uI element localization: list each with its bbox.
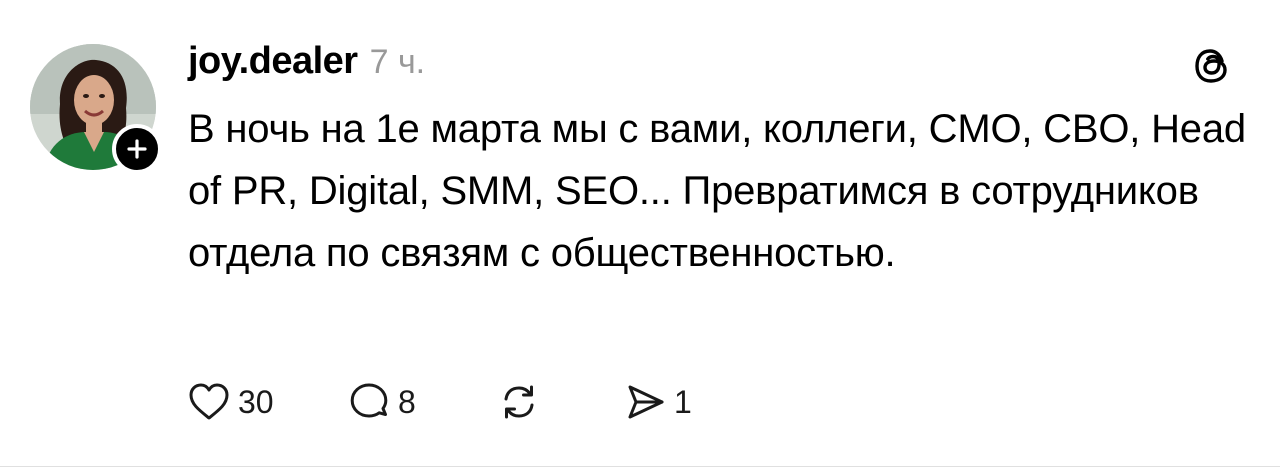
threads-logo-icon[interactable] (1190, 44, 1234, 88)
reply-count: 8 (398, 383, 416, 420)
like-button[interactable]: 30 (186, 379, 346, 425)
send-icon (628, 385, 664, 419)
share-button[interactable]: 1 (622, 379, 692, 425)
share-count: 1 (674, 383, 692, 420)
post-body-text: В ночь на 1е марта мы с вами, коллеги, C… (188, 107, 1246, 275)
thread-post: joy.dealer 7 ч. В ночь на 1е марта мы с … (0, 0, 1280, 466)
username-link[interactable]: joy.dealer (188, 40, 358, 83)
reply-button[interactable]: 8 (346, 379, 496, 425)
post-actions-bar: 30 8 1 (186, 377, 692, 427)
post-timestamp: 7 ч. (369, 43, 426, 81)
repost-button[interactable] (496, 379, 622, 425)
post-header: joy.dealer 7 ч. (188, 40, 425, 88)
heart-icon (189, 383, 229, 420)
comment-icon (350, 383, 388, 418)
divider (0, 466, 1280, 467)
like-count: 30 (238, 383, 274, 420)
follow-button[interactable] (112, 124, 162, 174)
plus-icon (127, 139, 147, 159)
author-avatar-container (30, 44, 162, 174)
repost-icon (504, 385, 534, 419)
